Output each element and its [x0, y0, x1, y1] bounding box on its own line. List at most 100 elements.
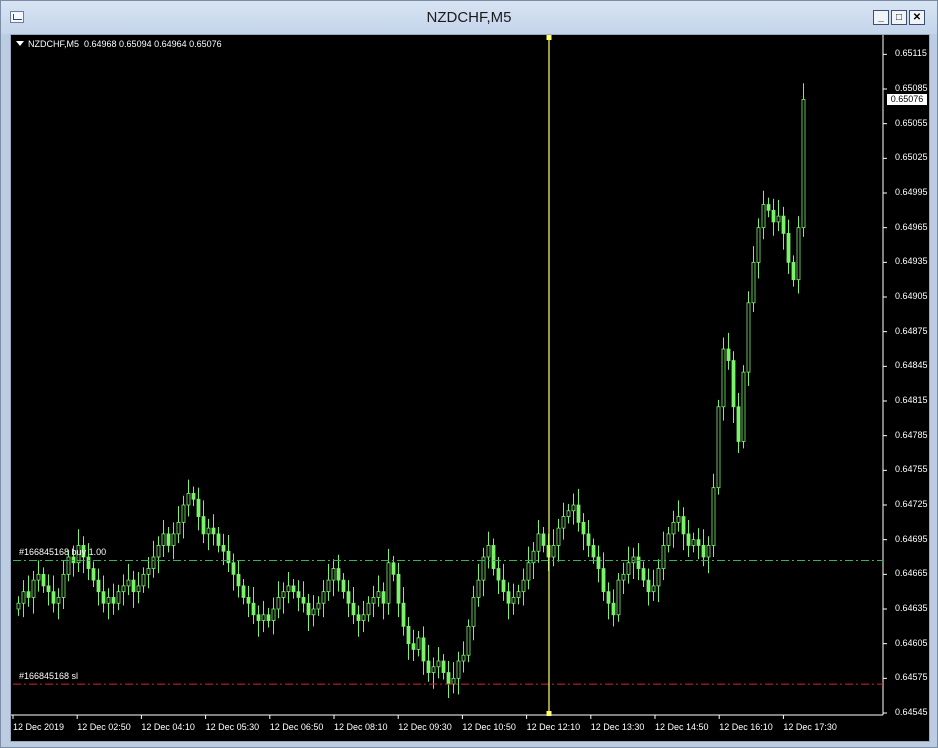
candle-body: [271, 608, 276, 621]
candle-body: [166, 533, 171, 546]
candle-body: [31, 579, 36, 598]
price-tick-label: 0.64965: [895, 221, 928, 232]
maximize-button[interactable]: □: [891, 10, 907, 25]
time-tick-label: 12 Dec 08:10: [334, 722, 388, 732]
candle-body: [641, 568, 646, 581]
candle-body: [371, 597, 376, 604]
candle-body: [651, 585, 656, 593]
candle-body: [276, 597, 281, 610]
candle-body: [511, 597, 516, 604]
candle-body: [366, 602, 371, 616]
title-bar[interactable]: NZDCHF,M5 _ □ ✕: [1, 1, 937, 34]
candle-body: [701, 545, 706, 558]
price-tick-label: 0.64695: [895, 533, 928, 544]
candle-body: [541, 533, 546, 546]
candle-body: [776, 215, 781, 223]
candle-body: [666, 533, 671, 546]
candle-body: [136, 585, 141, 593]
candle-body: [551, 545, 556, 558]
candle-body: [736, 406, 741, 442]
candle-body: [51, 591, 56, 604]
candle-body: [456, 660, 461, 679]
candle-body: [446, 672, 451, 685]
candle-body: [531, 550, 536, 564]
candle-body: [101, 591, 106, 604]
time-tick-label: 12 Dec 05:30: [205, 722, 260, 732]
candle-body: [46, 585, 51, 593]
candle-body: [691, 539, 696, 546]
candle-body: [161, 533, 166, 546]
candle-body: [581, 521, 586, 535]
dropdown-triangle-icon[interactable]: [16, 41, 24, 46]
vertical-line-handle-bottom[interactable]: [546, 711, 552, 716]
candle-body: [236, 573, 241, 587]
candle-body: [331, 568, 336, 581]
candle-body: [751, 261, 756, 304]
candle-body: [191, 493, 196, 500]
candle-body: [61, 573, 66, 598]
candle-body: [171, 533, 176, 546]
price-tick-label: 0.64935: [895, 256, 928, 267]
chart-area[interactable]: NZDCHF,M5 0.64968 0.65094 0.64964 0.6507…: [10, 34, 930, 742]
candle-body: [386, 562, 391, 604]
candle-body: [406, 625, 411, 645]
candle-body: [121, 585, 126, 593]
candle-body: [206, 527, 211, 535]
candle-body: [681, 516, 686, 535]
candle-body: [631, 556, 636, 564]
candlestick-chart[interactable]: [11, 35, 929, 741]
candle-body: [246, 597, 251, 604]
candle-body: [186, 493, 191, 506]
candle-body: [696, 539, 701, 546]
candle-body: [466, 625, 471, 656]
candle-body: [196, 498, 201, 517]
time-tick-label: 12 Dec 16:10: [719, 722, 773, 732]
candle-body: [571, 504, 576, 512]
candle-body: [66, 556, 71, 575]
candle-body: [491, 545, 496, 569]
candle-body: [441, 660, 446, 673]
time-tick-label: 12 Dec 2019: [13, 722, 65, 732]
candle-body: [226, 550, 231, 564]
buy-order-label: #166845168 buy 1.00: [19, 547, 107, 557]
candle-body: [596, 556, 601, 569]
candle-body: [526, 562, 531, 581]
candle-body: [36, 573, 41, 581]
candle-body: [496, 568, 501, 581]
price-tick-label: 0.64545: [895, 707, 928, 717]
candle-body: [296, 591, 301, 598]
vertical-line-handle-top[interactable]: [546, 35, 552, 40]
candle-body: [621, 573, 626, 581]
candle-body: [391, 562, 396, 575]
price-tick-label: 0.64725: [895, 499, 928, 509]
candle-body: [616, 579, 621, 616]
minimize-button[interactable]: _: [873, 10, 889, 25]
symbol-name: NZDCHF,M5: [28, 39, 79, 49]
candle-body: [566, 510, 571, 517]
candle-body: [361, 614, 366, 621]
candle-body: [636, 556, 641, 569]
candle-body: [786, 233, 791, 263]
candle-body: [71, 556, 76, 564]
candle-body: [311, 608, 316, 616]
candle-body: [151, 556, 156, 569]
candle-body: [626, 562, 631, 575]
candle-body: [106, 597, 111, 604]
time-tick-label: 12 Dec 02:50: [77, 722, 131, 732]
candle-body: [791, 261, 796, 281]
candle-body: [266, 614, 271, 621]
candle-body: [436, 660, 441, 668]
candle-body: [711, 487, 716, 546]
candle-body: [556, 527, 561, 546]
candle-body: [326, 579, 331, 593]
candle-body: [156, 545, 161, 558]
candle-body: [501, 579, 506, 593]
candle-body: [376, 591, 381, 598]
time-tick-label: 12 Dec 09:30: [398, 722, 452, 732]
candle-body: [316, 602, 321, 610]
candle-body: [146, 568, 151, 575]
candle-body: [241, 585, 246, 598]
close-button[interactable]: ✕: [909, 10, 925, 25]
candle-body: [461, 654, 466, 662]
candle-body: [561, 516, 566, 529]
